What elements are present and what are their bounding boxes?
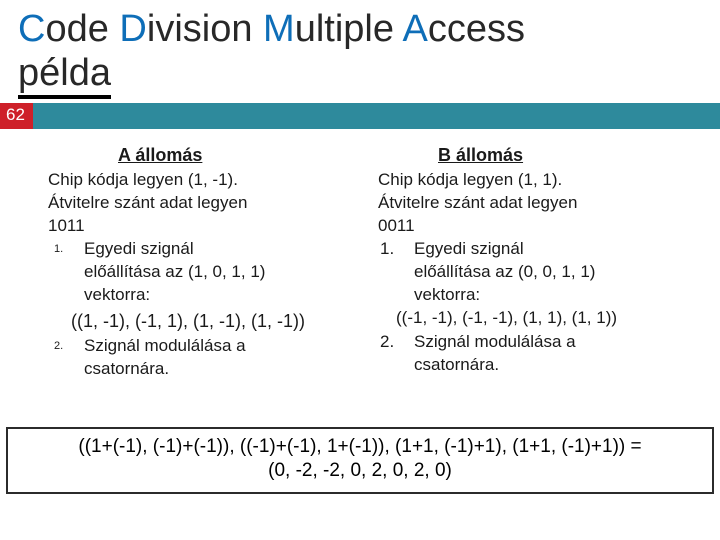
station-a-data-bits: 1011 (48, 215, 338, 238)
title-initial-m: M (263, 8, 295, 50)
header-bar: 62 (0, 103, 720, 129)
title-initial-d: D (119, 8, 146, 50)
station-b-data-label: Átvitelre szánt adat legyen (378, 192, 668, 215)
station-a-data-label: Átvitelre szánt adat legyen (48, 192, 338, 215)
station-b-heading: B állomás (438, 143, 668, 167)
station-a-item2: 2. Szignál modulálása a csatornára. (48, 335, 338, 381)
station-a-list2: 2. Szignál modulálása a csatornára. (48, 335, 338, 381)
station-a-item2-a: Szignál modulálása a (84, 336, 246, 355)
station-b-list: 1. Egyedi szignál előállítása az (0, 0, … (378, 238, 668, 307)
list-number-1: 1. (54, 242, 63, 257)
station-b-data-bits: 0011 (378, 215, 668, 238)
list-number-2: 2. (54, 339, 63, 354)
station-a-heading: A állomás (118, 143, 338, 167)
title-line2: példa (18, 52, 111, 100)
list-number-2b: 2. (380, 331, 394, 354)
title-initial-a: A (402, 8, 427, 50)
title-rest-4: ccess (428, 8, 525, 50)
station-a-item1-a: Egyedi szignál (84, 239, 194, 258)
station-b-column: B állomás Chip kódja legyen (1, 1). Átvi… (378, 143, 668, 380)
station-b-chip: Chip kódja legyen (1, 1). (378, 169, 668, 192)
station-b-signal: ((-1, -1), (-1, -1), (1, 1), (1, 1)) (396, 307, 668, 330)
station-b-item1-a: Egyedi szignál (414, 239, 524, 258)
station-b-item2-a: Szignál modulálása a (414, 332, 576, 351)
station-a-item1-b: előállítása az (1, 0, 1, 1) (84, 262, 265, 281)
calc-line2: (0, -2, -2, 0, 2, 0, 2, 0) (16, 459, 704, 484)
content-columns: A állomás Chip kódja legyen (1, -1). Átv… (0, 129, 720, 380)
station-b-item2-b: csatornára. (414, 355, 499, 374)
page-number-badge: 62 (0, 103, 33, 129)
decorative-bar (33, 103, 720, 129)
slide-title: Code Division Multiple Access példa (0, 0, 720, 99)
station-a-item1: 1. Egyedi szignál előállítása az (1, 0, … (48, 238, 338, 307)
station-b-item1: 1. Egyedi szignál előállítása az (0, 0, … (378, 238, 668, 307)
station-a-item1-c: vektorra: (84, 285, 150, 304)
title-rest-1: ode (45, 8, 108, 50)
calculation-box: ((1+(-1), (-1)+(-1)), ((-1)+(-1), 1+(-1)… (6, 427, 714, 494)
title-initial-c: C (18, 8, 45, 50)
list-number-1b: 1. (380, 238, 394, 261)
station-a-chip: Chip kódja legyen (1, -1). (48, 169, 338, 192)
station-b-item2: 2. Szignál modulálása a csatornára. (378, 331, 668, 377)
station-a-column: A állomás Chip kódja legyen (1, -1). Átv… (48, 143, 338, 380)
station-b-list2: 2. Szignál modulálása a csatornára. (378, 331, 668, 377)
station-b-item1-b: előállítása az (0, 0, 1, 1) (414, 262, 595, 281)
station-a-item2-b: csatornára. (84, 359, 169, 378)
station-a-signal: ((1, -1), (-1, 1), (1, -1), (1, -1)) (38, 309, 338, 333)
calc-line1: ((1+(-1), (-1)+(-1)), ((-1)+(-1), 1+(-1)… (16, 435, 704, 460)
title-rest-2: ivision (147, 8, 253, 50)
station-a-list: 1. Egyedi szignál előállítása az (1, 0, … (48, 238, 338, 307)
title-rest-3: ultiple (295, 8, 394, 50)
station-b-item1-c: vektorra: (414, 285, 480, 304)
